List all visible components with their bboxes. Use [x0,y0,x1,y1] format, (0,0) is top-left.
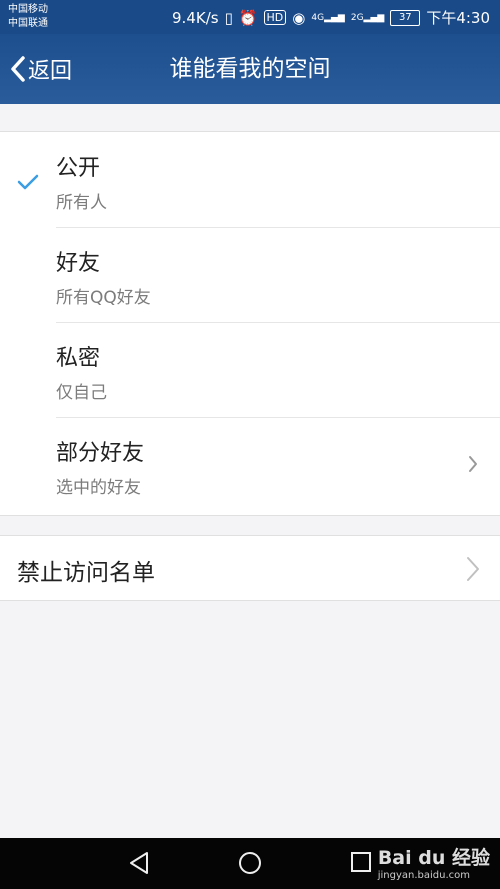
network-speed: 9.4K/s [172,8,219,27]
vibrate-icon: ▯ [224,8,233,27]
signal-2g-icon: 2G▂▄▆ [350,12,385,23]
signal-4g-icon: 4G▂▄▆ [311,12,345,23]
clock: 下午4:30 [426,9,490,27]
option-title: 好友 [56,251,101,276]
battery-icon: 37 [390,9,421,26]
status-bar: 中国移动 中国联通 9.4K/s ▯ ⏰ HD ◉ 4G▂▄▆ 2G▂▄▆ 37… [0,0,500,34]
watermark-url: jingyan.baidu.com [377,870,470,881]
option-subtitle: 所有人 [56,193,107,213]
home-circle-icon[interactable] [238,851,262,875]
option-subtitle: 选中的好友 [56,478,141,498]
watermark-brand: Bai du 经验 [377,847,490,869]
option-title: 部分好友 [56,441,145,466]
alarm-icon: ⏰ [238,8,258,27]
option-public[interactable]: 公开 所有人 [0,132,500,227]
system-nav-bar: Bai du 经验 jingyan.baidu.com [0,838,500,889]
title-bar: 返回 谁能看我的空间 [0,34,500,104]
checkmark-icon [17,174,39,190]
chevron-right-icon [469,456,477,472]
page-title: 谁能看我的空间 [169,56,331,82]
block-list-label: 禁止访问名单 [17,560,155,586]
status-indicators: 9.4K/s ▯ ⏰ HD ◉ 4G▂▄▆ 2G▂▄▆ 37 下午4:30 [172,7,490,28]
carrier-1: 中国移动 [8,4,48,15]
recents-square-icon[interactable] [350,851,372,873]
option-title: 公开 [56,156,101,181]
eye-icon: ◉ [292,8,306,27]
visibility-options: 公开 所有人 好友 所有QQ好友 私密 仅自己 部分好友 选中的好友 [0,131,500,516]
carrier-info: 中国移动 中国联通 [8,3,48,31]
chevron-right-icon [467,557,479,581]
back-triangle-icon[interactable] [128,851,150,875]
block-list-row[interactable]: 禁止访问名单 [0,535,500,601]
option-some-friends[interactable]: 部分好友 选中的好友 [0,417,500,512]
carrier-2: 中国联通 [8,18,48,29]
option-private[interactable]: 私密 仅自己 [0,322,500,417]
option-title: 私密 [56,346,101,371]
option-friends[interactable]: 好友 所有QQ好友 [0,227,500,322]
hd-icon: HD [263,10,287,25]
option-subtitle: 所有QQ好友 [56,288,151,308]
option-subtitle: 仅自己 [56,383,107,403]
